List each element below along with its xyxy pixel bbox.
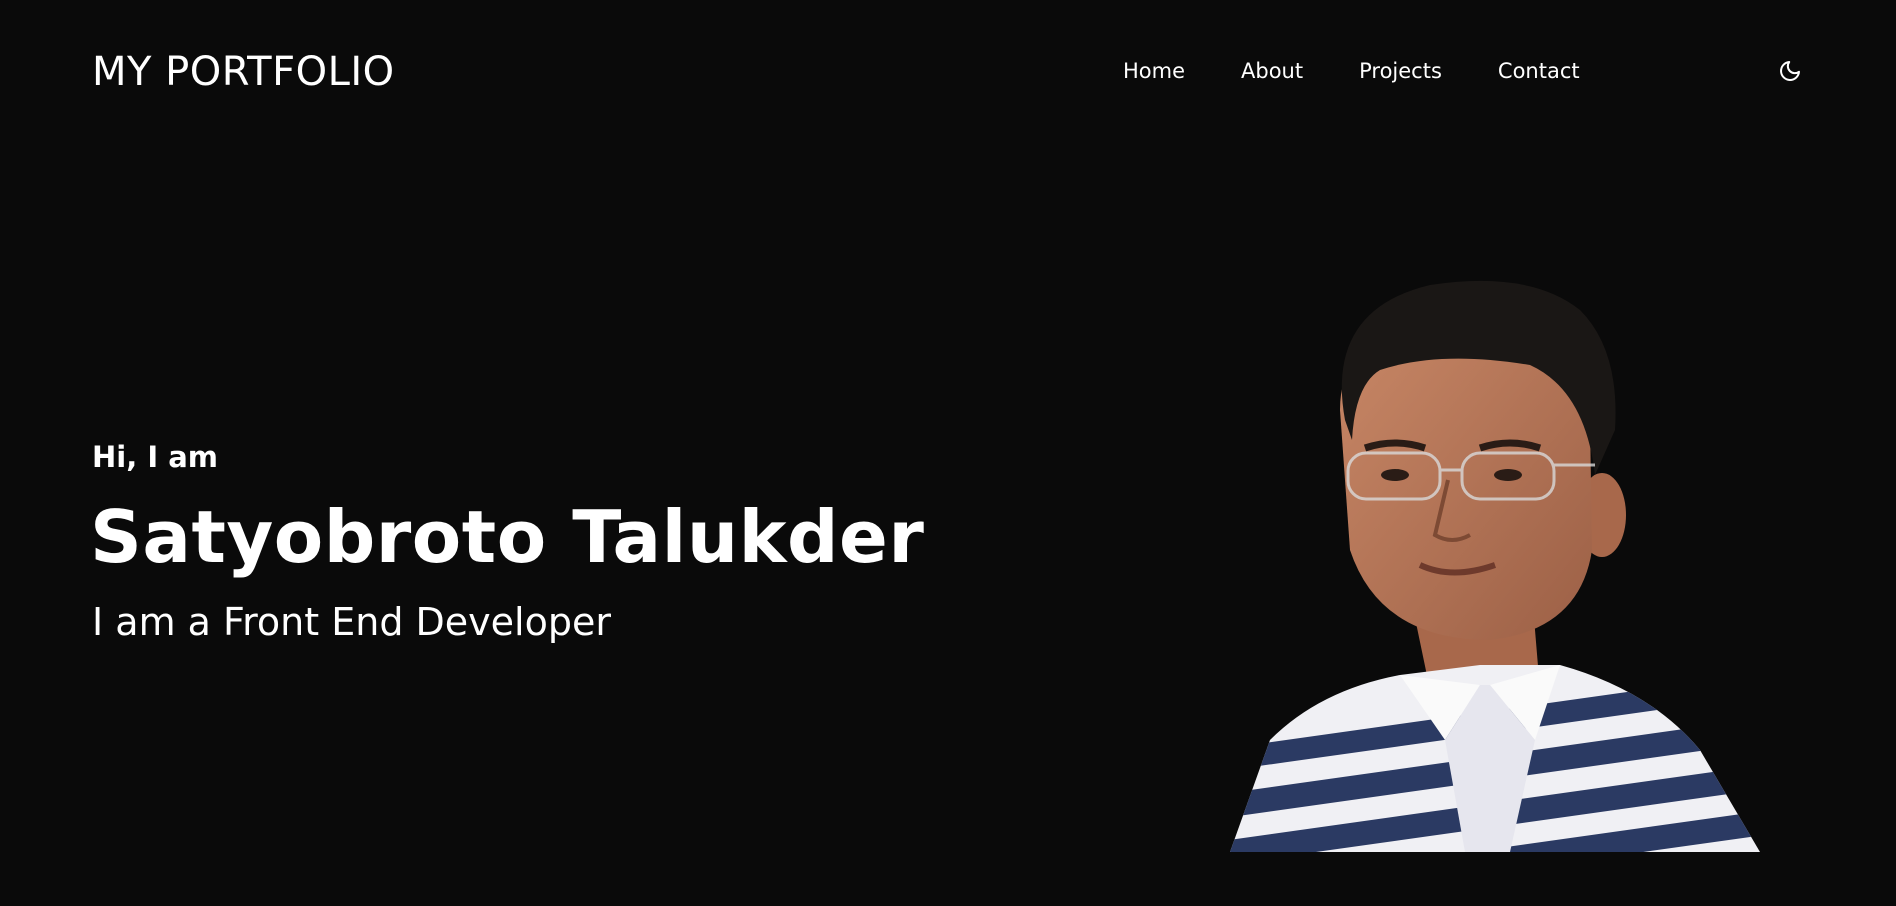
nav-about-link[interactable]: About: [1241, 56, 1303, 86]
moon-icon: [1780, 61, 1800, 81]
site-logo[interactable]: MY PORTFOLIO: [92, 44, 395, 100]
profile-photo: [1230, 280, 1760, 852]
hero-role: I am a Front End Developer: [92, 600, 611, 644]
hero-name: Satyobroto Talukder: [90, 495, 925, 579]
nav-projects-link[interactable]: Projects: [1359, 56, 1442, 86]
hero-greeting: Hi, I am: [92, 440, 218, 474]
main-nav: Home About Projects Contact: [1123, 56, 1580, 86]
page: MY PORTFOLIO Home About Projects Contact…: [0, 0, 1896, 906]
nav-contact-link[interactable]: Contact: [1498, 56, 1580, 86]
theme-toggle-button[interactable]: [1776, 57, 1804, 85]
nav-home-link[interactable]: Home: [1123, 56, 1185, 86]
